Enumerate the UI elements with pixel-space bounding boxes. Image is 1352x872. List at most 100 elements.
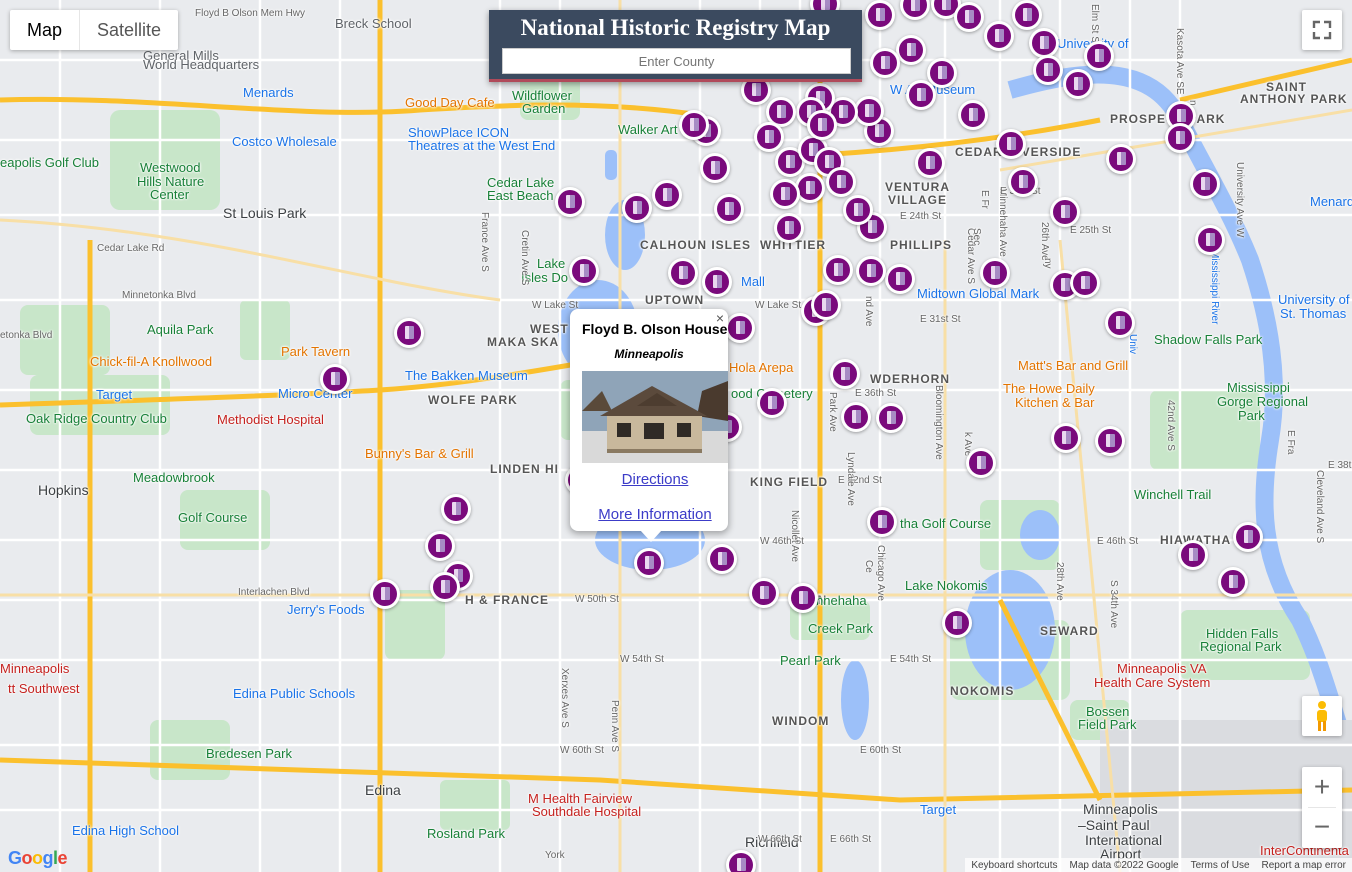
- map-label: Mississippi: [1227, 380, 1290, 395]
- historic-site-marker[interactable]: [870, 48, 900, 78]
- historic-site-marker[interactable]: [726, 850, 756, 872]
- house-photo-image: [582, 371, 728, 463]
- historic-site-marker[interactable]: [1063, 69, 1093, 99]
- historic-site-marker[interactable]: [867, 507, 897, 537]
- historic-site-marker[interactable]: [714, 194, 744, 224]
- historic-site-marker[interactable]: [1051, 423, 1081, 453]
- historic-site-marker[interactable]: [984, 21, 1014, 51]
- map-label: tha Golf Course: [900, 516, 992, 531]
- historic-site-marker[interactable]: [1095, 426, 1125, 456]
- historic-site-marker[interactable]: [757, 388, 787, 418]
- historic-site-marker[interactable]: [1233, 522, 1263, 552]
- map-label: Mall: [741, 274, 765, 289]
- historic-site-marker[interactable]: [770, 179, 800, 209]
- historic-site-marker[interactable]: [980, 258, 1010, 288]
- more-information-link[interactable]: More Information: [570, 506, 740, 523]
- historic-site-marker[interactable]: [876, 403, 906, 433]
- historic-site-marker[interactable]: [830, 359, 860, 389]
- historic-site-marker[interactable]: [555, 187, 585, 217]
- map-label: W 50th St: [575, 594, 619, 605]
- map-label: Xerxes Ave S: [559, 668, 570, 728]
- street-view-pegman-button[interactable]: [1302, 696, 1342, 736]
- historic-site-marker[interactable]: [915, 148, 945, 178]
- historic-site-marker[interactable]: [634, 548, 664, 578]
- historic-site-marker[interactable]: [788, 583, 818, 613]
- historic-site-marker[interactable]: [749, 578, 779, 608]
- map-type-map-button[interactable]: Map: [10, 10, 79, 50]
- county-search-input[interactable]: [502, 48, 851, 74]
- historic-site-marker[interactable]: [394, 318, 424, 348]
- historic-site-marker[interactable]: [707, 544, 737, 574]
- historic-site-marker[interactable]: [1084, 41, 1114, 71]
- historic-site-marker[interactable]: [679, 110, 709, 140]
- historic-site-marker[interactable]: [1218, 567, 1248, 597]
- historic-site-marker[interactable]: [1165, 123, 1195, 153]
- map-label: WDERHORN: [870, 372, 950, 386]
- historic-site-marker[interactable]: [441, 494, 471, 524]
- historic-site-marker[interactable]: [1070, 268, 1100, 298]
- report-error-link[interactable]: Report a map error: [1262, 860, 1346, 871]
- historic-site-marker[interactable]: [774, 213, 804, 243]
- historic-site-marker[interactable]: [1008, 167, 1038, 197]
- historic-site-marker[interactable]: [1190, 169, 1220, 199]
- historic-site-marker[interactable]: [896, 35, 926, 65]
- map-label: University of: [1278, 292, 1350, 307]
- historic-site-marker[interactable]: [807, 110, 837, 140]
- google-logo[interactable]: Google: [8, 848, 68, 869]
- historic-site-marker[interactable]: [906, 80, 936, 110]
- fullscreen-button[interactable]: [1302, 10, 1342, 50]
- historic-site-marker[interactable]: [1029, 28, 1059, 58]
- historic-site-marker[interactable]: [569, 256, 599, 286]
- historic-site-marker[interactable]: [843, 195, 873, 225]
- map-label: NOKOMIS: [950, 684, 1015, 698]
- historic-site-marker[interactable]: [841, 402, 871, 432]
- zoom-in-button[interactable]: +: [1302, 767, 1342, 807]
- historic-site-marker[interactable]: [754, 122, 784, 152]
- historic-site-marker[interactable]: [320, 364, 350, 394]
- historic-site-marker[interactable]: [854, 96, 884, 126]
- historic-site-marker[interactable]: [865, 0, 895, 30]
- map-label: Gorge Regional: [1217, 394, 1309, 409]
- map-label: Aquila Park: [147, 322, 214, 337]
- historic-site-marker[interactable]: [1178, 540, 1208, 570]
- historic-site-marker[interactable]: [826, 167, 856, 197]
- historic-site-marker[interactable]: [856, 256, 886, 286]
- historic-site-marker[interactable]: [811, 290, 841, 320]
- historic-site-marker[interactable]: [430, 572, 460, 602]
- historic-site-marker[interactable]: [996, 129, 1026, 159]
- historic-site-marker[interactable]: [823, 255, 853, 285]
- historic-site-marker[interactable]: [942, 608, 972, 638]
- historic-site-marker[interactable]: [795, 173, 825, 203]
- historic-site-marker[interactable]: [700, 153, 730, 183]
- historic-site-marker[interactable]: [1106, 144, 1136, 174]
- terms-link[interactable]: Terms of Use: [1191, 860, 1250, 871]
- map-label: East Beach: [487, 188, 554, 203]
- map-label: Midtown Global Mark: [917, 286, 1040, 301]
- historic-site-marker[interactable]: [966, 448, 996, 478]
- historic-site-marker[interactable]: [1050, 197, 1080, 227]
- historic-site-marker[interactable]: [1105, 308, 1135, 338]
- historic-site-marker[interactable]: [1195, 225, 1225, 255]
- historic-site-marker[interactable]: [425, 531, 455, 561]
- historic-site-marker[interactable]: [702, 267, 732, 297]
- map-label: St. Thomas: [1280, 306, 1347, 321]
- keyboard-shortcuts-link[interactable]: Keyboard shortcuts: [971, 860, 1057, 871]
- map-label: nnehaha: [816, 593, 867, 608]
- map-label: W 54th St: [620, 654, 664, 665]
- historic-site-marker[interactable]: [885, 264, 915, 294]
- zoom-out-button[interactable]: −: [1302, 808, 1342, 848]
- historic-site-marker[interactable]: [652, 180, 682, 210]
- map-type-control[interactable]: Map Satellite: [10, 10, 179, 50]
- map-type-satellite-button[interactable]: Satellite: [79, 10, 178, 50]
- historic-site-marker[interactable]: [1012, 0, 1042, 30]
- directions-link[interactable]: Directions: [570, 471, 740, 488]
- map-label: Jerry's Foods: [287, 602, 365, 617]
- historic-site-marker[interactable]: [958, 100, 988, 130]
- historic-site-marker[interactable]: [622, 193, 652, 223]
- historic-site-marker[interactable]: [725, 313, 755, 343]
- historic-site-marker[interactable]: [370, 579, 400, 609]
- historic-site-marker[interactable]: [1033, 55, 1063, 85]
- historic-site-marker[interactable]: [668, 258, 698, 288]
- historic-site-marker[interactable]: [954, 2, 984, 32]
- zoom-control[interactable]: + −: [1302, 767, 1342, 848]
